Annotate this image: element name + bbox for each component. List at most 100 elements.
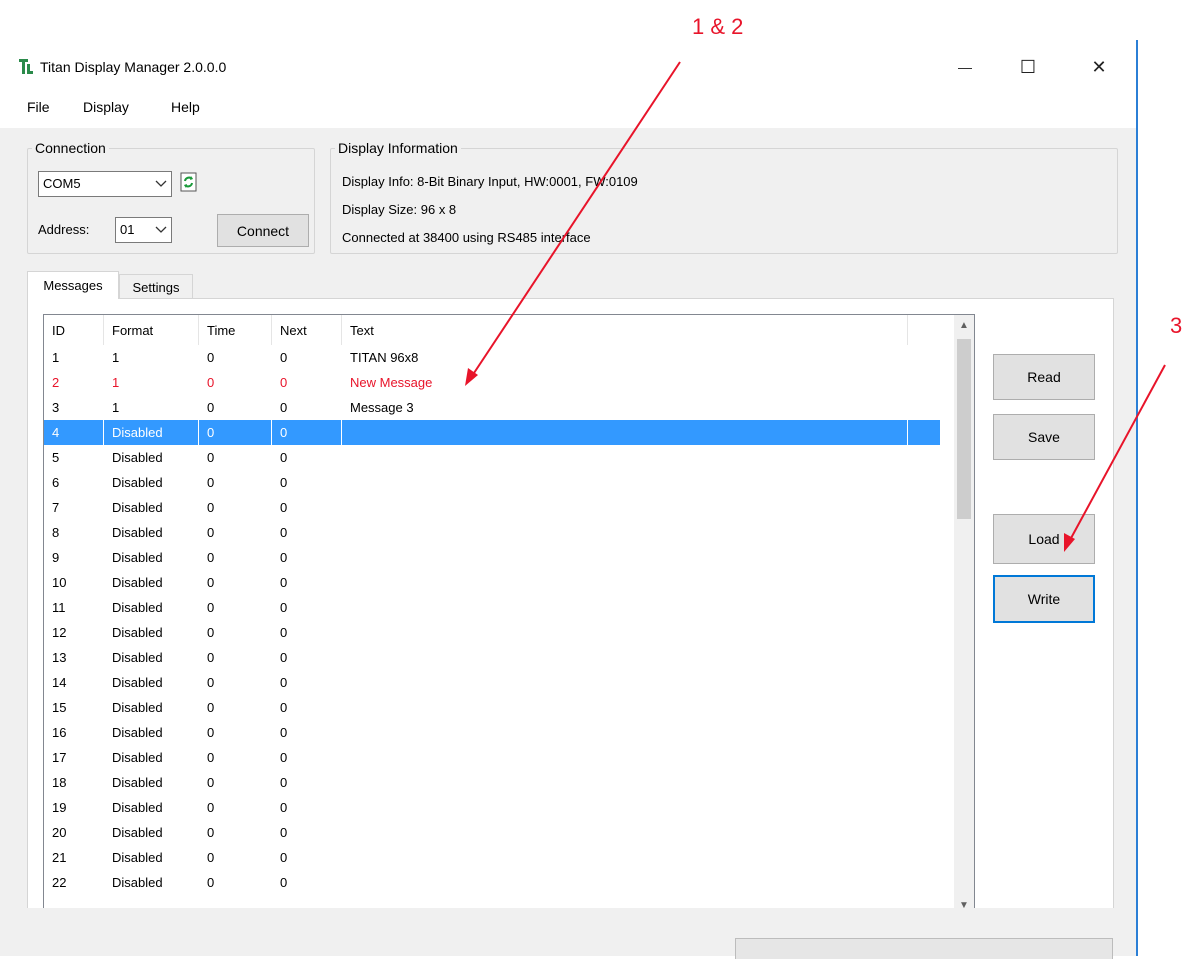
cell-text [342,820,908,845]
connection-legend: Connection [35,140,106,156]
table-row[interactable]: 11 Disabled 0 0 [44,595,940,620]
cell-text: TITAN 96x8 [350,350,419,365]
status-bar [0,908,1136,959]
cell-time: 0 [207,600,215,615]
column-header-id[interactable]: ID [44,315,104,345]
cell-text [342,845,908,870]
cell-text [342,595,908,620]
port-select[interactable]: COM5 [38,171,172,197]
cell-id: 11 [52,600,66,615]
table-row[interactable]: 10 Disabled 0 0 [44,570,940,595]
cell-text [342,645,908,670]
cell-time: 0 [207,350,215,365]
cell-time: 0 [207,650,215,665]
tab-settings[interactable]: Settings [119,274,193,299]
cell-format: Disabled [112,600,163,615]
tab-messages[interactable]: Messages [27,271,119,299]
table-row[interactable]: 8 Disabled 0 0 [44,520,940,545]
table-row[interactable]: 15 Disabled 0 0 [44,695,940,720]
cell-format: Disabled [112,750,163,765]
cell-id: 18 [52,775,67,790]
table-row[interactable]: 1 1 0 0 TITAN 96x8 [44,345,940,370]
table-row[interactable]: 3 1 0 0 Message 3 [44,395,940,420]
table-row[interactable]: 20 Disabled 0 0 [44,820,940,845]
cell-format: 1 [112,400,120,415]
cell-next: 0 [280,875,288,890]
table-row[interactable]: 5 Disabled 0 0 [44,445,940,470]
table-row[interactable]: 2 1 0 0 New Message [44,370,940,395]
cell-id: 22 [52,875,67,890]
table-row[interactable]: 14 Disabled 0 0 [44,670,940,695]
menu-display[interactable]: Display [83,99,129,115]
messages-tab-panel: ID Format Time Next Text 1 1 0 0 TITAN 96x8 2… [27,298,1114,950]
maximize-button[interactable]: ☐ [1005,50,1051,84]
cell-text [342,745,908,770]
table-row[interactable]: 19 Disabled 0 0 [44,795,940,820]
address-label: Address: [38,222,90,237]
table-row[interactable]: 22 Disabled 0 0 [44,870,940,895]
load-button[interactable]: Load [993,514,1095,564]
menu-help[interactable]: Help [171,99,200,115]
annotation-label-3: 3 [1170,313,1183,338]
cell-next: 0 [280,800,288,815]
cell-next: 0 [280,700,288,715]
table-row[interactable]: 12 Disabled 0 0 [44,620,940,645]
chevron-down-icon [155,226,167,233]
cell-format: Disabled [112,475,163,490]
column-header-format[interactable]: Format [104,315,199,345]
connect-button[interactable]: Connect [217,214,309,247]
column-header-next[interactable]: Next [272,315,342,345]
cell-id: 21 [52,850,67,865]
table-row[interactable]: 4 Disabled 0 0 [44,420,940,445]
cell-next: 0 [280,775,288,790]
table-row[interactable]: 13 Disabled 0 0 [44,645,940,670]
save-button[interactable]: Save [993,414,1095,460]
column-header-time[interactable]: Time [199,315,272,345]
cell-format: Disabled [112,850,163,865]
address-select[interactable]: 01 [115,217,172,243]
cell-next: 0 [280,550,288,565]
cell-id: 2 [52,375,60,390]
messages-list[interactable]: ID Format Time Next Text 1 1 0 0 TITAN 96x8 2… [43,314,975,916]
cell-format: Disabled [112,700,163,715]
minimize-button[interactable]: — [942,50,988,84]
cell-format: Disabled [112,800,163,815]
cell-id: 3 [52,400,60,415]
scroll-up-icon[interactable]: ▲ [954,315,974,335]
cell-text [342,445,908,470]
cell-id: 16 [52,725,67,740]
table-row[interactable]: 7 Disabled 0 0 [44,495,940,520]
table-row[interactable]: 16 Disabled 0 0 [44,720,940,745]
cell-id: 6 [52,475,60,490]
table-row[interactable]: 21 Disabled 0 0 [44,845,940,870]
cell-text [342,795,908,820]
table-row[interactable]: 9 Disabled 0 0 [44,545,940,570]
cell-format: 1 [112,375,120,390]
table-row[interactable]: 18 Disabled 0 0 [44,770,940,795]
write-button[interactable]: Write [993,575,1095,623]
cell-time: 0 [207,400,215,415]
cell-next: 0 [280,675,288,690]
close-button[interactable]: ✕ [1076,50,1122,84]
cell-format: Disabled [112,575,163,590]
refresh-ports-icon[interactable] [180,172,198,192]
cell-id: 17 [52,750,67,765]
cell-format: Disabled [112,775,163,790]
read-button[interactable]: Read [993,354,1095,400]
app-window: Titan Display Manager 2.0.0.0 — ☐ ✕ File… [0,40,1138,959]
cell-format: Disabled [112,550,163,565]
table-row[interactable]: 6 Disabled 0 0 [44,470,940,495]
list-scrollbar[interactable]: ▲ ▼ [954,315,974,915]
scroll-thumb[interactable] [957,339,971,519]
cell-id: 9 [52,550,60,565]
table-row[interactable]: 17 Disabled 0 0 [44,745,940,770]
cell-text: New Message [350,375,433,390]
list-body: 1 1 0 0 TITAN 96x8 2 1 0 0 New Message 3 1 0 0 Message… [44,345,940,895]
column-header-text[interactable]: Text [342,315,908,345]
cell-next: 0 [280,575,288,590]
cell-format: Disabled [112,625,163,640]
cell-next: 0 [280,825,288,840]
display-info-lines: Display Info: 8-Bit Binary Input, HW:000… [330,140,1116,252]
cell-next: 0 [280,750,288,765]
menu-file[interactable]: File [27,99,50,115]
